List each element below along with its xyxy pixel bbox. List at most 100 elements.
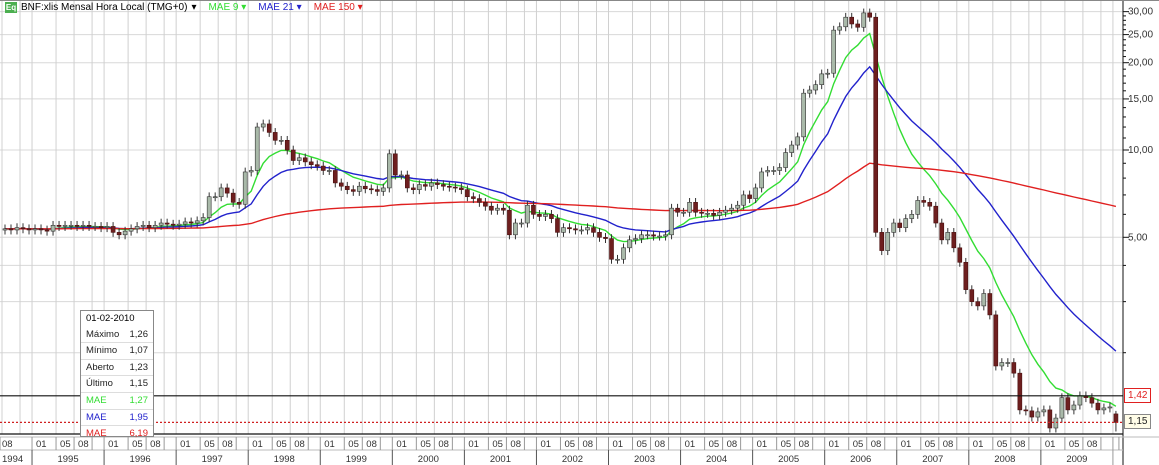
- candle: [104, 222, 110, 233]
- candle: [573, 224, 578, 235]
- tooltip-date: 01-02-2010: [86, 313, 135, 324]
- candle: [621, 243, 626, 264]
- candle: [411, 183, 416, 195]
- candle-body: [537, 214, 542, 217]
- candle: [747, 190, 752, 204]
- candle: [1029, 406, 1035, 422]
- candle-body: [471, 196, 476, 199]
- instrument-title[interactable]: BNF:xlis Mensal Hora Local (TMG+0): [21, 2, 187, 13]
- candle-body: [597, 232, 602, 238]
- legend-mae-9[interactable]: MAE 9 ▾: [208, 2, 246, 13]
- tooltip-row: Máximo 1,26: [81, 327, 153, 343]
- month-label: 01: [324, 439, 335, 450]
- candle-body: [711, 212, 716, 216]
- candle-body: [104, 226, 110, 228]
- year-label: 1995: [57, 454, 78, 465]
- candle-body: [98, 226, 104, 228]
- candle-body: [74, 224, 80, 227]
- candle-body: [423, 184, 428, 187]
- dropdown-arrow-icon[interactable]: ▾: [191, 2, 196, 13]
- candle: [597, 228, 602, 242]
- legend-mae-150[interactable]: MAE 150 ▾: [314, 2, 363, 13]
- candle-body: [14, 227, 20, 231]
- candle-body: [669, 207, 674, 236]
- candle-body: [765, 170, 770, 173]
- candle-body: [1107, 406, 1113, 409]
- candle-body: [296, 157, 302, 161]
- candle-body: [795, 136, 800, 146]
- candle: [1041, 405, 1047, 417]
- candle: [2, 224, 8, 235]
- candle: [1011, 358, 1017, 378]
- candle: [933, 201, 939, 228]
- month-label: 01: [1045, 439, 1056, 450]
- candle-body: [399, 174, 404, 177]
- candle: [855, 19, 861, 32]
- candle-body: [819, 73, 824, 85]
- candle: [657, 231, 662, 241]
- month-label: 01: [973, 439, 984, 450]
- candle-body: [687, 202, 692, 213]
- candle: [38, 224, 44, 235]
- candle-body: [585, 227, 590, 231]
- candle-body: [152, 224, 158, 228]
- candle: [1023, 405, 1029, 416]
- month-label: 08: [1087, 439, 1098, 450]
- candle-body: [627, 239, 632, 249]
- tooltip-value: 1,23: [129, 361, 149, 373]
- candle: [513, 218, 518, 240]
- candle-body: [320, 165, 326, 171]
- candle-body: [302, 157, 308, 163]
- candle: [801, 88, 806, 142]
- candle-body: [1077, 395, 1083, 406]
- price-chart[interactable]: 30,00 25,00 20,00 15,00 10,00 5,00 08 1994 01 05 0…: [0, 0, 1159, 465]
- candle-body: [38, 228, 44, 231]
- candle-body: [747, 194, 752, 199]
- candle: [1035, 407, 1041, 422]
- candle-body: [771, 170, 776, 172]
- candle: [807, 85, 812, 98]
- candle: [591, 223, 596, 237]
- candle-body: [879, 232, 885, 251]
- tooltip-row: Aberto 1,23: [81, 358, 153, 376]
- candle-body: [362, 185, 368, 190]
- candle-body: [326, 170, 332, 172]
- candle: [561, 223, 566, 237]
- candle-body: [20, 227, 26, 230]
- candle-body: [278, 140, 284, 142]
- candle-body: [615, 258, 620, 261]
- candle: [260, 119, 266, 132]
- candle: [783, 148, 788, 173]
- candle: [453, 182, 458, 193]
- candle: [489, 201, 494, 215]
- candle-body: [573, 228, 578, 231]
- candle-body: [212, 196, 218, 199]
- candle-body: [555, 218, 560, 233]
- candle-body: [68, 224, 74, 227]
- month-label: 08: [871, 439, 882, 450]
- candle-body: [1005, 362, 1011, 364]
- data-tooltip: 01-02-2010 Máximo 1,26 Mínimo 1,07 Aberto 1,2…: [80, 310, 154, 439]
- price-marker-label: 1,15: [1124, 414, 1152, 430]
- candle: [885, 228, 891, 256]
- candle-body: [332, 170, 338, 184]
- legend-mae-21[interactable]: MAE 21 ▾: [258, 2, 301, 13]
- candle-body: [837, 26, 842, 31]
- candle-body: [1041, 409, 1047, 413]
- candle: [993, 310, 999, 371]
- candle-body: [441, 184, 446, 187]
- candle-body: [344, 185, 350, 190]
- candle: [26, 224, 32, 235]
- candle: [1095, 398, 1101, 415]
- month-label: 05: [709, 439, 720, 450]
- candle-body: [477, 198, 482, 203]
- candle: [1077, 391, 1083, 410]
- candle: [1113, 410, 1119, 432]
- candle: [1053, 413, 1059, 433]
- candle-body: [489, 205, 494, 211]
- candle-body: [603, 236, 608, 239]
- tooltip-label: Mínimo: [86, 345, 118, 357]
- candle-body: [939, 222, 945, 241]
- candle-body: [44, 229, 50, 232]
- year-label: 2009: [1066, 454, 1087, 465]
